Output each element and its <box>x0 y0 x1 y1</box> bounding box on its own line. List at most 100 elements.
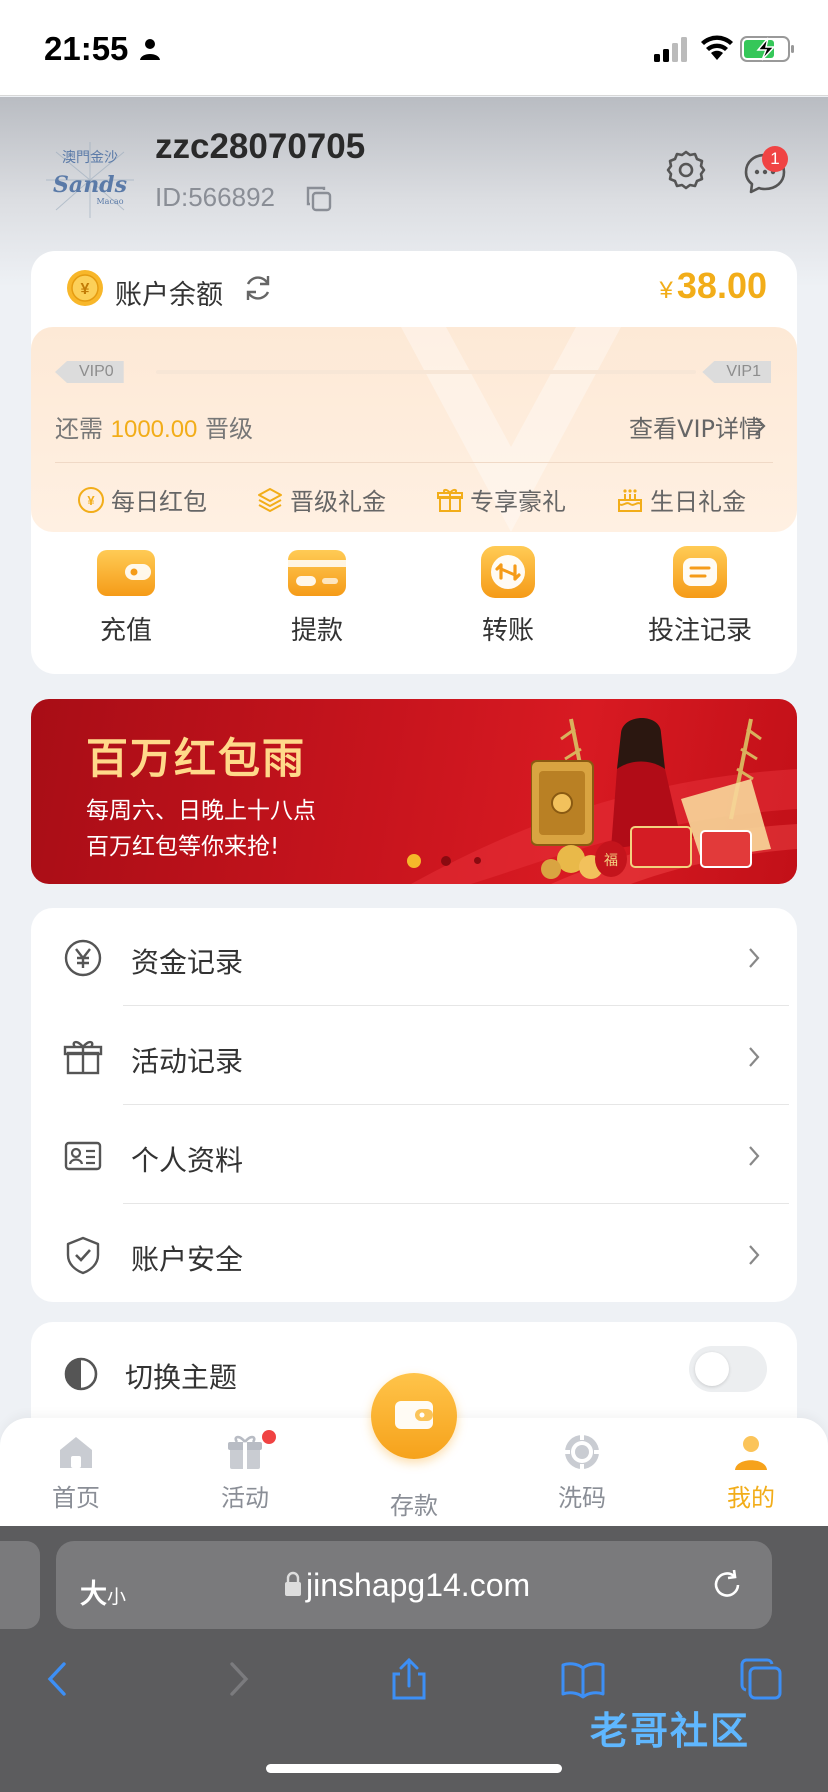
menu-label: 活动记录 <box>131 1045 244 1078</box>
user-id: ID:566892 <box>155 182 275 212</box>
wifi-icon <box>701 35 733 60</box>
yen-coin-icon: ¥ <box>78 486 104 513</box>
bookmarks-icon[interactable] <box>560 1656 606 1702</box>
action-label: 充值 <box>99 616 152 646</box>
half-circle-theme-icon <box>64 1357 98 1391</box>
svg-text:福: 福 <box>604 853 618 869</box>
balance-amount: 38.00 <box>676 265 767 306</box>
chevron-right-icon <box>755 417 766 435</box>
chevron-right-icon <box>749 1047 760 1067</box>
action-withdraw[interactable]: 提款 <box>237 544 397 647</box>
balance-label: 账户余额 <box>115 280 223 311</box>
forward-arrow-icon[interactable] <box>214 1656 260 1702</box>
tab-label: 活动 <box>221 1484 269 1512</box>
action-transfer[interactable]: 转账 <box>428 544 588 647</box>
menu-label: 资金记录 <box>131 946 244 979</box>
menu-item-account-security[interactable]: 账户安全 <box>31 1205 797 1303</box>
settings-gear-icon[interactable] <box>664 148 708 192</box>
vip-progress-bar <box>156 370 696 374</box>
divider <box>123 1203 789 1204</box>
community-watermark: 老哥社区 <box>590 1708 751 1753</box>
copy-icon[interactable] <box>304 184 334 214</box>
tab-home[interactable]: 首页 <box>21 1432 131 1513</box>
tab-rebate[interactable]: 洗码 <box>527 1432 637 1513</box>
tab-label: 洗码 <box>558 1484 606 1512</box>
tab-label: 我的 <box>727 1484 775 1512</box>
perk-label: 每日红包 <box>111 488 207 516</box>
action-bet-history[interactable]: 投注记录 <box>620 544 780 647</box>
wallet-icon <box>97 550 155 596</box>
perk-upgrade-bonus[interactable]: 晋级礼金 <box>256 482 386 517</box>
carousel-dot[interactable] <box>441 856 451 866</box>
tabs-icon[interactable] <box>738 1656 784 1702</box>
card-icon <box>288 550 346 596</box>
gift-icon <box>228 1435 262 1469</box>
tab-mine[interactable]: 我的 <box>696 1432 806 1513</box>
reload-icon[interactable] <box>710 1568 744 1602</box>
back-arrow-icon[interactable] <box>36 1656 82 1702</box>
banner-artwork: 福 <box>531 718 771 879</box>
transfer-icon <box>481 546 535 598</box>
previous-tab-preview[interactable] <box>0 1541 40 1629</box>
home-icon <box>60 1437 92 1468</box>
action-label: 提款 <box>290 616 343 646</box>
action-label: 转账 <box>481 616 534 646</box>
lock-icon <box>285 1571 301 1596</box>
text-size-small: 小 <box>107 1586 127 1608</box>
toggle-knob <box>695 1352 729 1386</box>
action-deposit[interactable]: 充值 <box>46 544 206 647</box>
cellular-signal-icon <box>654 37 687 62</box>
need-amount: 1000.00 <box>110 416 198 443</box>
url-text[interactable]: jinshapg14.com <box>306 1567 530 1604</box>
coin-icon: ¥ <box>67 270 103 306</box>
menu-list: 资金记录 活动记录 个人资料 账户安全 <box>31 908 797 1302</box>
layers-icon <box>258 487 282 512</box>
gift-icon <box>63 1040 103 1075</box>
gift-icon <box>437 488 463 512</box>
tab-label: 存款 <box>390 1492 438 1520</box>
divider <box>123 1005 789 1006</box>
tab-label: 首页 <box>52 1484 100 1512</box>
perk-exclusive-gift[interactable]: 专享豪礼 <box>436 482 566 517</box>
user-icon <box>735 1436 767 1470</box>
perk-daily-redpacket[interactable]: ¥ 每日红包 <box>77 482 207 517</box>
menu-item-activity-records[interactable]: 活动记录 <box>31 1007 797 1105</box>
refresh-icon[interactable] <box>243 273 273 303</box>
carousel-dot-active[interactable] <box>407 854 421 868</box>
menu-item-fund-records[interactable]: 资金记录 <box>31 908 797 1006</box>
menu-label: 个人资料 <box>131 1144 244 1177</box>
home-indicator <box>266 1764 562 1773</box>
tab-deposit-button[interactable] <box>371 1373 457 1459</box>
menu-label: 账户安全 <box>131 1243 244 1276</box>
menu-item-profile[interactable]: 个人资料 <box>31 1106 797 1204</box>
theme-toggle[interactable] <box>689 1346 767 1392</box>
shield-check-icon <box>66 1236 100 1275</box>
tab-activity[interactable]: 活动 <box>190 1432 300 1513</box>
svg-text:¥: ¥ <box>81 281 90 298</box>
svg-text:Sands: Sands <box>53 172 127 198</box>
vip-panel: VIP0 VIP1 还需 1000.00 晋级 查看VIP详情 ¥ 每日红包 晋… <box>31 327 797 532</box>
svg-text:澳門金沙: 澳門金沙 <box>62 150 118 166</box>
message-count-badge: 1 <box>762 146 788 172</box>
status-bar: 21:55 <box>0 0 828 96</box>
promo-banner[interactable]: 百万红包雨 每周六、日晚上十八点 百万红包等你来抢! 福 <box>31 699 797 884</box>
text-size-button[interactable]: 大小 <box>80 1572 126 1611</box>
perk-birthday-bonus[interactable]: 生日礼金 <box>616 482 746 517</box>
cake-icon <box>618 488 642 512</box>
sands-logo: 澳門金沙 Sands Macao <box>46 142 134 218</box>
perk-label: 晋级礼金 <box>290 488 386 516</box>
chevron-right-icon <box>749 1146 760 1166</box>
perk-label: 专享豪礼 <box>470 488 566 516</box>
document-icon <box>673 546 727 598</box>
id-card-icon <box>64 1141 102 1171</box>
person-icon <box>140 39 160 60</box>
status-time: 21:55 <box>44 30 129 67</box>
vip-detail-link[interactable]: 查看VIP详情 <box>629 409 763 444</box>
banner-line1: 每周六、日晚上十八点 <box>86 798 316 824</box>
divider <box>123 1104 789 1105</box>
chevron-right-icon <box>749 948 760 968</box>
share-icon[interactable] <box>386 1656 432 1702</box>
vip-upgrade-requirement: 还需 1000.00 晋级 <box>55 409 253 444</box>
action-label: 投注记录 <box>647 616 752 646</box>
carousel-dot[interactable] <box>474 857 481 864</box>
